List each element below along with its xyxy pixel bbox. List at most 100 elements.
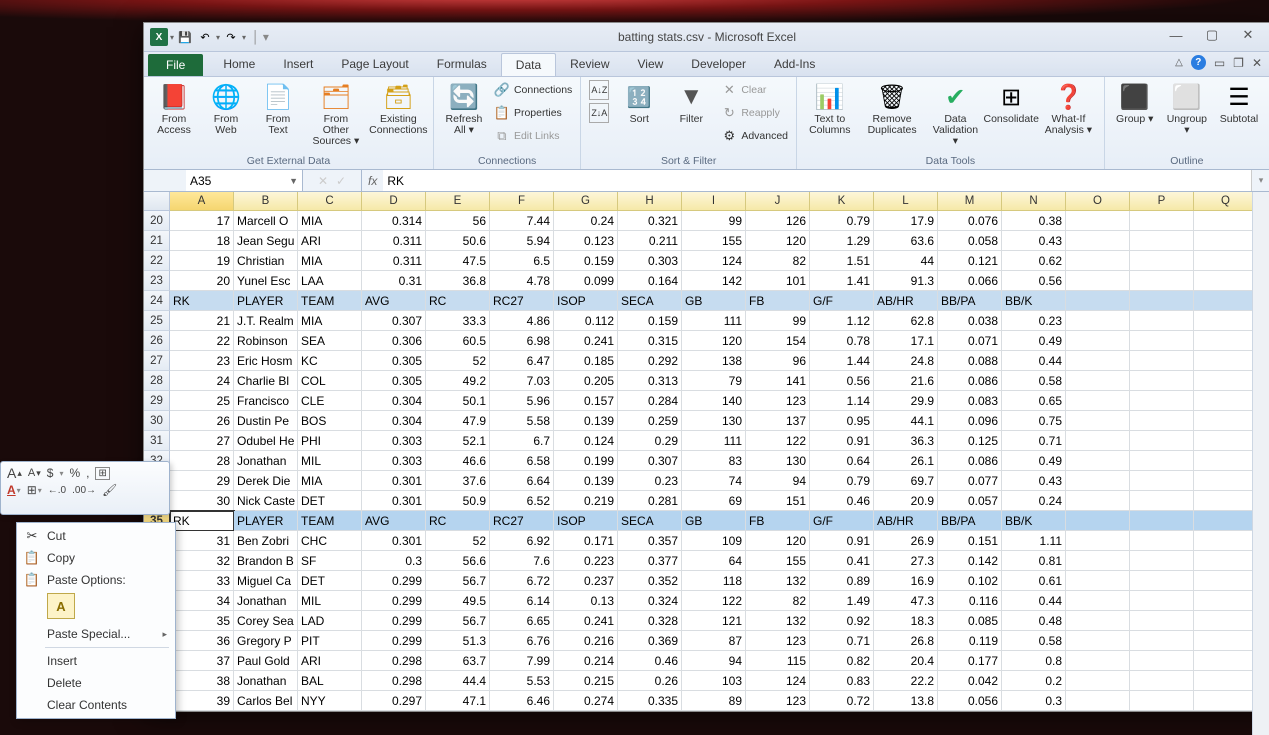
cell[interactable] [1130, 651, 1194, 671]
cell[interactable]: 0.304 [362, 391, 426, 411]
cell[interactable]: 0.2 [1002, 671, 1066, 691]
cell[interactable]: 20.9 [874, 491, 938, 511]
ctx-paste-special[interactable]: Paste Special...▸ [19, 623, 173, 645]
cell[interactable]: 18.3 [874, 611, 938, 631]
cell[interactable] [1194, 651, 1258, 671]
save-icon[interactable]: 💾 [176, 28, 194, 46]
cell[interactable]: Jean Segu [234, 231, 298, 251]
vertical-scrollbar[interactable] [1252, 192, 1269, 735]
cell[interactable] [1194, 591, 1258, 611]
cell[interactable]: Brandon B [234, 551, 298, 571]
cell[interactable]: 4.78 [490, 271, 554, 291]
cell[interactable]: 0.215 [554, 671, 618, 691]
cell[interactable] [1066, 351, 1130, 371]
sort-za-button[interactable]: Z↓A [587, 102, 611, 124]
cell[interactable]: 37 [170, 651, 234, 671]
cell[interactable]: 0.24 [1002, 491, 1066, 511]
cell[interactable]: 87 [682, 631, 746, 651]
cell[interactable] [1194, 211, 1258, 231]
cell[interactable]: 0.307 [618, 451, 682, 471]
cell[interactable]: Carlos Bel [234, 691, 298, 711]
cell[interactable]: 0.301 [362, 471, 426, 491]
cell[interactable]: RC [426, 511, 490, 531]
cell[interactable] [1066, 471, 1130, 491]
increase-decimal-button[interactable]: ←.0 [48, 485, 66, 496]
cell[interactable]: 60.5 [426, 331, 490, 351]
cell[interactable]: MIA [298, 251, 362, 271]
cell[interactable]: 0.324 [618, 591, 682, 611]
cell[interactable]: 17.1 [874, 331, 938, 351]
cell[interactable]: Yunel Esc [234, 271, 298, 291]
cell[interactable]: 0.377 [618, 551, 682, 571]
cell[interactable]: 130 [682, 411, 746, 431]
cell[interactable]: 27 [170, 431, 234, 451]
cell[interactable]: 101 [746, 271, 810, 291]
cell[interactable]: 79 [682, 371, 746, 391]
cell[interactable]: 5.96 [490, 391, 554, 411]
cell[interactable]: 0.23 [618, 471, 682, 491]
cell[interactable] [1130, 211, 1194, 231]
cell[interactable]: 1.51 [810, 251, 874, 271]
cell[interactable]: 123 [746, 691, 810, 711]
cell[interactable]: DET [298, 491, 362, 511]
cell[interactable]: MIL [298, 591, 362, 611]
cell[interactable]: 13.8 [874, 691, 938, 711]
cell[interactable]: 0.13 [554, 591, 618, 611]
remove-duplicates-button[interactable]: 🗑Remove Duplicates [861, 79, 924, 138]
properties-button[interactable]: 📋Properties [492, 102, 574, 124]
cell[interactable] [1194, 351, 1258, 371]
cell[interactable]: 0.56 [1002, 271, 1066, 291]
cell[interactable] [1066, 531, 1130, 551]
cell[interactable]: 39 [170, 691, 234, 711]
cell[interactable]: 126 [746, 211, 810, 231]
cell[interactable]: MIA [298, 471, 362, 491]
data-validation-button[interactable]: ✔Data Validation ▾ [928, 79, 984, 149]
cell[interactable]: G/F [810, 511, 874, 531]
cell[interactable]: AVG [362, 291, 426, 311]
cell[interactable]: 0.95 [810, 411, 874, 431]
cell[interactable]: 24 [170, 371, 234, 391]
cell[interactable] [1194, 611, 1258, 631]
cell[interactable]: 0.112 [554, 311, 618, 331]
cell[interactable] [1130, 671, 1194, 691]
cell[interactable]: 0.315 [618, 331, 682, 351]
cell[interactable]: 0.164 [618, 271, 682, 291]
cell[interactable] [1194, 631, 1258, 651]
cell[interactable] [1130, 251, 1194, 271]
row-header[interactable]: 23 [144, 271, 170, 291]
cell[interactable]: 0.123 [554, 231, 618, 251]
cell[interactable] [1194, 691, 1258, 711]
tab-formulas[interactable]: Formulas [423, 53, 501, 76]
cell[interactable]: 0.301 [362, 491, 426, 511]
subtotal-button[interactable]: ☰Subtotal [1215, 79, 1263, 127]
cell[interactable]: 47.5 [426, 251, 490, 271]
cell[interactable] [1194, 271, 1258, 291]
cell[interactable]: 52 [426, 351, 490, 371]
row-header[interactable]: 20 [144, 211, 170, 231]
cell[interactable]: 0.241 [554, 611, 618, 631]
cell[interactable] [1194, 291, 1258, 311]
cell[interactable]: 154 [746, 331, 810, 351]
row-header[interactable]: 24 [144, 291, 170, 311]
cell[interactable] [1194, 331, 1258, 351]
cell[interactable]: 22 [170, 331, 234, 351]
cell[interactable]: 47.9 [426, 411, 490, 431]
accept-formula-icon[interactable]: ✓ [336, 174, 346, 188]
cell[interactable]: 0.304 [362, 411, 426, 431]
cell[interactable]: 123 [746, 391, 810, 411]
row-header[interactable]: 21 [144, 231, 170, 251]
cell[interactable]: 132 [746, 571, 810, 591]
maximize-button[interactable]: ▢ [1194, 25, 1230, 45]
formula-input[interactable]: RK [383, 170, 1251, 191]
cell[interactable]: 0.116 [938, 591, 1002, 611]
cell[interactable] [1194, 511, 1258, 531]
cell[interactable]: 7.03 [490, 371, 554, 391]
cell[interactable]: 29 [170, 471, 234, 491]
row-header[interactable]: 29 [144, 391, 170, 411]
cell[interactable]: AVG [362, 511, 426, 531]
cell[interactable]: 1.41 [810, 271, 874, 291]
cell[interactable]: 0.44 [1002, 591, 1066, 611]
cell[interactable]: 6.98 [490, 331, 554, 351]
cell[interactable]: 0.086 [938, 371, 1002, 391]
cell[interactable]: 0.139 [554, 411, 618, 431]
